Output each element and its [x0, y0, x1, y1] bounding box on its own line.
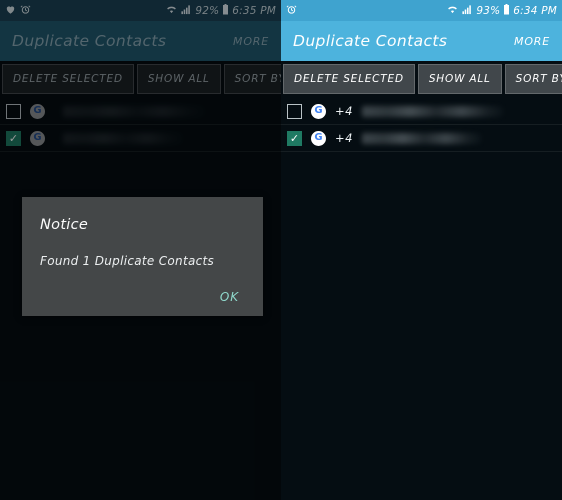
google-icon: G [311, 130, 326, 146]
status-bar-right-icons: 93% 6:34 PM [447, 3, 557, 18]
phone-screen-left: 92% 6:35 PM Duplicate Contacts MORE DELE… [0, 0, 281, 500]
contact-name-redacted [361, 105, 504, 117]
show-all-button[interactable]: SHOW ALL [417, 64, 502, 94]
clock-time: 6:34 PM [513, 4, 557, 17]
dialog-actions: OK [40, 290, 245, 304]
status-bar: 93% 6:34 PM [281, 0, 562, 21]
more-button[interactable]: MORE [514, 35, 550, 48]
battery-percent: 93% [476, 4, 501, 17]
contact-checkbox[interactable]: ✓ [287, 130, 302, 146]
sort-by-name-button[interactable]: SORT BY NAME [504, 64, 562, 94]
contact-prefix: +4 [335, 131, 353, 145]
delete-selected-button[interactable]: DELETE SELECTED [283, 64, 415, 94]
list-item[interactable]: G +4 [281, 98, 562, 125]
wifi-icon [447, 4, 458, 18]
dialog-message: Found 1 Duplicate Contacts [40, 254, 215, 268]
ok-button[interactable]: OK [220, 290, 239, 304]
dialog-title: Notice [40, 217, 89, 233]
phone-screen-right: 93% 6:34 PM Duplicate Contacts MORE DELE… [281, 0, 562, 500]
screenshot-pair: 92% 6:35 PM Duplicate Contacts MORE DELE… [0, 0, 562, 500]
page-title: Duplicate Contacts [293, 32, 448, 50]
contact-checkbox[interactable] [287, 103, 302, 119]
status-bar-left-icons [286, 4, 297, 18]
contact-name-redacted [361, 132, 482, 144]
google-icon: G [311, 103, 326, 119]
battery-icon [503, 3, 510, 18]
action-button-bar: DELETE SELECTED SHOW ALL SORT BY NAME [281, 61, 562, 98]
signal-bars-icon [461, 4, 473, 18]
list-item[interactable]: ✓ G +4 [281, 125, 562, 152]
alarm-clock-icon [286, 4, 297, 18]
notice-dialog: Notice Found 1 Duplicate Contacts OK [22, 197, 263, 316]
contact-prefix: +4 [335, 104, 353, 118]
contact-list: G +4 ✓ G +4 [281, 98, 562, 152]
app-toolbar: Duplicate Contacts MORE [281, 21, 562, 61]
